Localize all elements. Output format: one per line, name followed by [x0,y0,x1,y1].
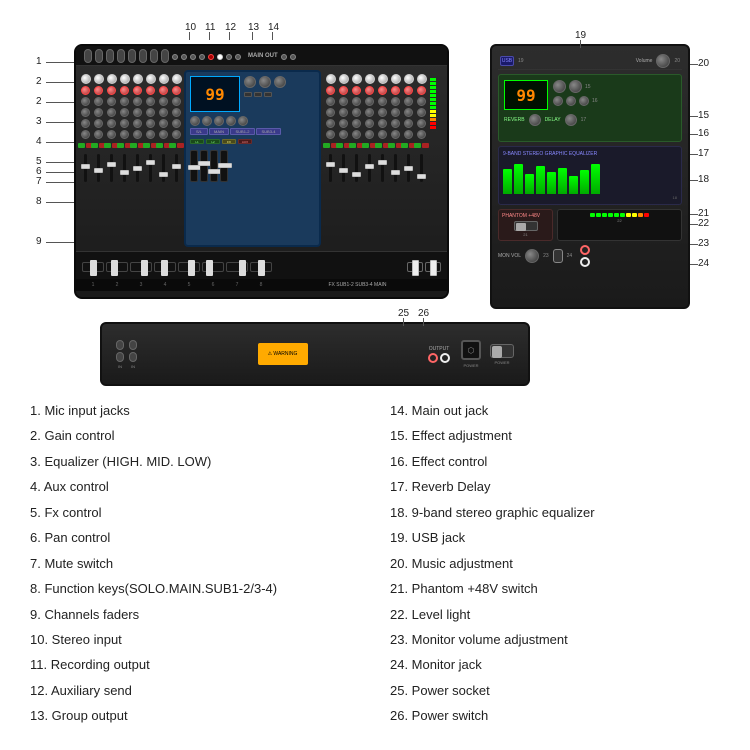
left-annot-4: 4 [36,136,42,147]
right-annot-18: 18 [698,174,709,185]
item-4: 4. Aux control [30,476,360,497]
display-screen: 99 [190,76,240,112]
left-annot-3: 3 [36,116,42,127]
left-annot-2b: 2 [36,96,42,107]
item-18: 18. 9-band stereo graphic equalizer [390,502,720,523]
item-21: 21. Phantom +48V switch [390,578,720,599]
item-13: 13. Group output [30,705,360,726]
top-num-13: 13 [248,22,259,33]
item-26: 26. Power switch [390,705,720,726]
item-6: 6. Pan control [30,527,360,548]
item-9: 9. Channels faders [30,604,360,625]
item-10: 10. Stereo input [30,629,360,650]
item-3: 3. Equalizer (HIGH. MID. LOW) [30,451,360,472]
item-24: 24. Monitor jack [390,654,720,675]
item-11: 11. Recording output [30,654,360,675]
item-16: 16. Effect control [390,451,720,472]
item-1: 1. Mic input jacks [30,400,360,421]
left-annot-7: 7 [36,176,42,187]
top-num-12: 12 [225,22,236,33]
top-num-11: 11 [205,22,215,33]
item-14: 14. Main out jack [390,400,720,421]
right-annot-16: 16 [698,128,709,139]
right-panel: USB 19 Volume 20 99 15 [490,44,690,309]
item-15: 15. Effect adjustment [390,425,720,446]
item-20: 20. Music adjustment [390,553,720,574]
item-5: 5. Fx control [30,502,360,523]
right-annot-22: 22 [698,218,709,229]
top-num-10: 10 [185,22,196,33]
item-2: 2. Gain control [30,425,360,446]
item-8: 8. Function keys(SOLO.MAIN.SUB1-2/3-4) [30,578,360,599]
left-annot-9: 9 [36,236,42,247]
right-annot-23: 23 [698,238,709,249]
items-list: 1. Mic input jacks 14. Main out jack 2. … [30,400,720,727]
top-num-14: 14 [268,22,279,33]
left-annot-8: 8 [36,196,42,207]
item-23: 23. Monitor volume adjustment [390,629,720,650]
right-annot-17: 17 [698,148,709,159]
right-annot-24: 24 [698,258,709,269]
main-mixer: MAIN OUT [74,44,449,299]
item-25: 25. Power socket [390,680,720,701]
item-7: 7. Mute switch [30,553,360,574]
item-22: 22. Level light [390,604,720,625]
left-annot-2a: 2 [36,76,42,87]
left-annot-1: 1 [36,56,42,67]
item-19: 19. USB jack [390,527,720,548]
right-annot-15: 15 [698,110,709,121]
right-annot-20: 20 [698,58,709,69]
rear-panel: IN IN ⚠ WARNING OUTPUT ⬡ POWER [100,322,530,386]
item-12: 12. Auxiliary send [30,680,360,701]
item-17: 17. Reverb Delay [390,476,720,497]
